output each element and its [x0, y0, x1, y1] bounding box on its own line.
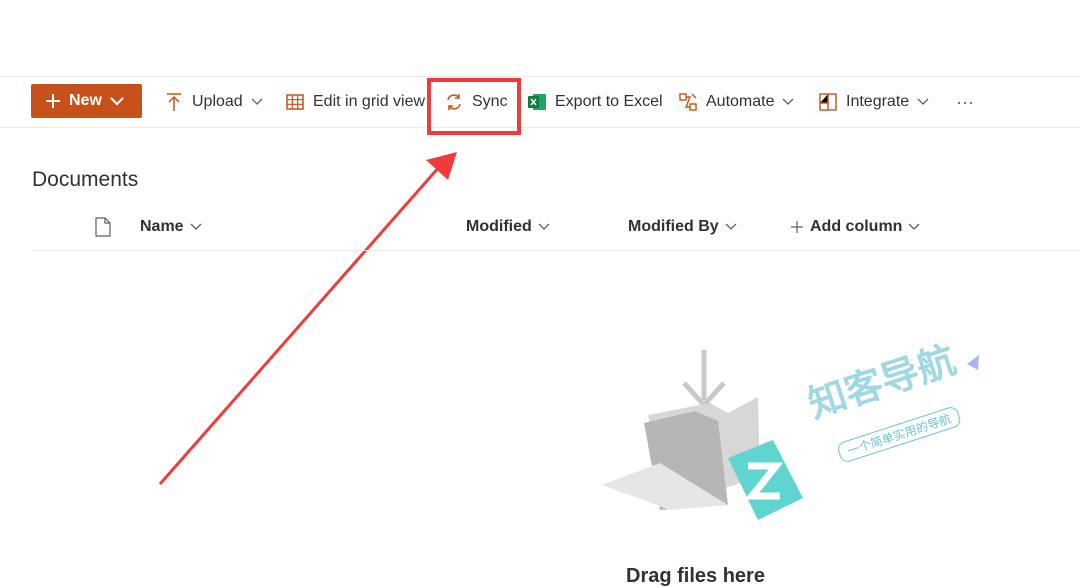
command-bar: New Upload Edit in grid view Sync Export…	[0, 76, 1080, 128]
new-button[interactable]: New	[31, 84, 142, 118]
integrate-label: Integrate	[846, 93, 910, 110]
add-column-label: Add column	[810, 218, 903, 235]
chevron-down-icon	[908, 223, 920, 231]
chevron-down-icon	[725, 223, 737, 231]
flow-icon	[678, 92, 698, 112]
chevron-down-icon	[251, 98, 263, 106]
upload-arrow-icon	[164, 92, 184, 112]
header-divider	[32, 250, 1080, 251]
column-header-modified[interactable]: Modified	[466, 214, 550, 240]
edit-grid-label: Edit in grid view	[313, 93, 426, 110]
chevron-down-icon	[782, 98, 794, 106]
column-header-modified-by[interactable]: Modified By	[628, 214, 737, 240]
export-to-excel-button[interactable]: Export to Excel	[527, 77, 663, 127]
more-button[interactable]: ···	[956, 77, 974, 127]
chevron-down-icon	[190, 223, 202, 231]
plus-icon	[790, 220, 804, 234]
sync-highlight-box	[427, 78, 521, 135]
upload-button[interactable]: Upload	[164, 77, 263, 127]
column-name-label: Name	[140, 218, 184, 235]
grid-icon	[285, 92, 305, 112]
document-icon[interactable]	[95, 217, 111, 242]
integrate-icon	[818, 92, 838, 112]
excel-icon	[527, 92, 547, 112]
automate-label: Automate	[706, 93, 775, 110]
chevron-down-icon	[917, 98, 929, 106]
watermark-logo-icon	[728, 440, 803, 520]
chevron-down-icon	[538, 223, 550, 231]
column-modified-label: Modified	[466, 218, 532, 235]
upload-label: Upload	[192, 93, 243, 110]
column-header-name[interactable]: Name	[140, 214, 202, 240]
more-icon: ···	[956, 91, 974, 112]
new-button-label: New	[69, 92, 102, 109]
page-title: Documents	[32, 168, 139, 191]
watermark-triangle-icon	[967, 355, 979, 370]
column-modified-by-label: Modified By	[628, 218, 719, 235]
plus-icon	[45, 93, 61, 109]
integrate-button[interactable]: Integrate	[818, 77, 929, 127]
export-label: Export to Excel	[555, 93, 663, 110]
edit-grid-view-button[interactable]: Edit in grid view	[285, 77, 425, 127]
add-column-button[interactable]: Add column	[790, 214, 920, 240]
chevron-down-icon	[110, 96, 124, 106]
automate-button[interactable]: Automate	[678, 77, 794, 127]
